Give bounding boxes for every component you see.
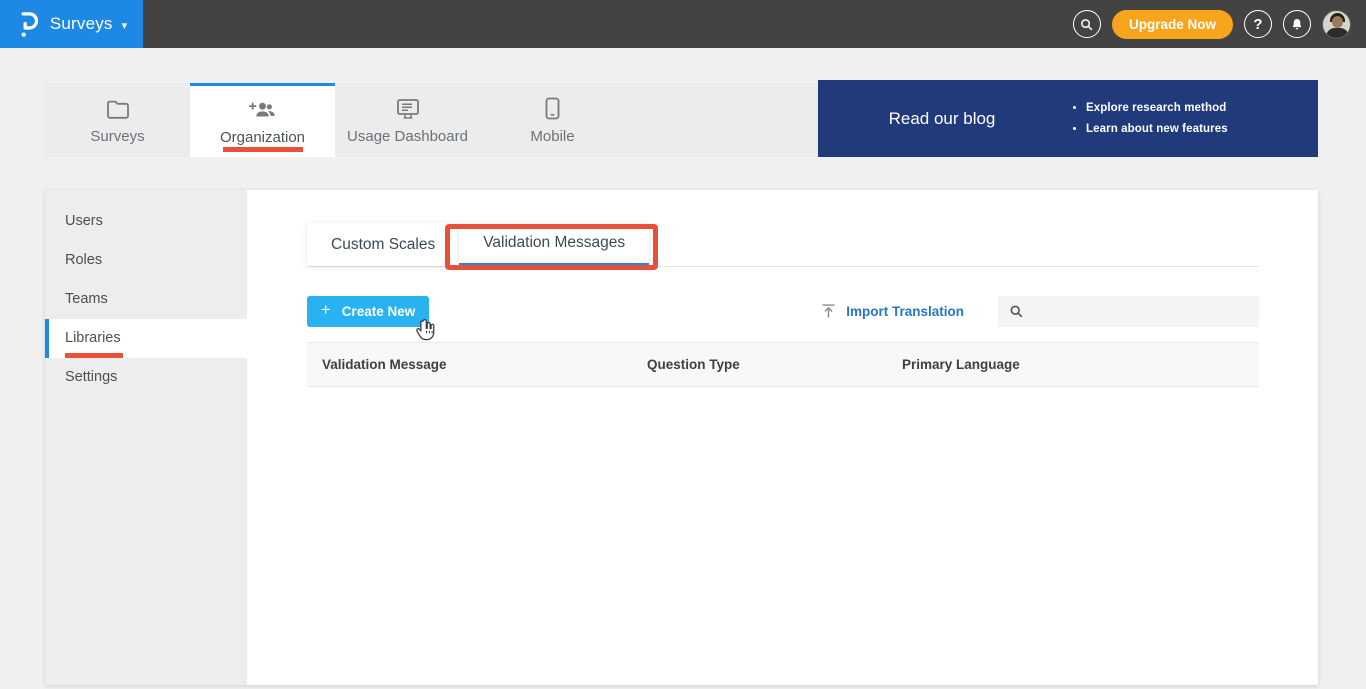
nav-tab-label: Organization <box>219 129 306 146</box>
add-people-icon <box>248 97 277 121</box>
import-translation-link[interactable]: Import Translation <box>820 302 964 320</box>
product-switcher[interactable]: Surveys ▾ <box>0 0 143 48</box>
sidebar-item-settings[interactable]: Settings <box>45 358 247 397</box>
nav-tab-label: Usage Dashboard <box>347 127 468 145</box>
sidebar-item-label: Libraries <box>65 330 121 346</box>
import-translation-label: Import Translation <box>846 303 964 319</box>
magnifier-icon <box>1009 304 1024 319</box>
dashboard-icon <box>396 96 420 120</box>
topbar: Surveys ▾ Upgrade Now ? <box>0 0 1366 48</box>
avatar-shoulders <box>1326 27 1349 38</box>
search-icon <box>1079 17 1094 32</box>
sidebar-item-libraries[interactable]: Libraries <box>45 319 247 358</box>
library-tabs: Custom Scales Validation Messages <box>307 223 1259 270</box>
create-new-label: Create New <box>341 303 416 319</box>
help-button[interactable]: ? <box>1244 10 1272 38</box>
questionpro-logo-icon <box>16 9 41 39</box>
plus-icon: + <box>320 300 331 319</box>
question-mark-icon: ? <box>1253 15 1263 33</box>
tab-label: Validation Messages <box>483 234 626 251</box>
user-avatar[interactable] <box>1322 9 1351 39</box>
sidebar-item-roles[interactable]: Roles <box>45 241 247 280</box>
create-new-button[interactable]: + Create New <box>307 295 429 327</box>
tab-custom-scales[interactable]: Custom Scales <box>307 223 460 266</box>
upload-icon <box>820 302 837 320</box>
column-validation-message: Validation Message <box>322 357 447 372</box>
chevron-down-icon: ▾ <box>121 19 128 32</box>
notifications-button[interactable] <box>1283 10 1311 38</box>
promo-bullet-list: Explore research method Learn about new … <box>1066 98 1228 140</box>
annotation-underline-organization <box>222 147 303 152</box>
sidebar-item-label: Teams <box>65 291 108 307</box>
upgrade-now-button[interactable]: Upgrade Now <box>1111 9 1233 39</box>
validation-table-header: Validation Message Question Type Primary… <box>307 342 1259 387</box>
sidebar-item-label: Settings <box>65 369 118 385</box>
sidebar-item-label: Users <box>65 213 103 229</box>
promo-bullet: Learn about new features <box>1086 119 1228 140</box>
nav-tab-mobile[interactable]: Mobile <box>480 83 625 157</box>
search-input[interactable] <box>1032 295 1259 327</box>
tab-label: Custom Scales <box>331 235 436 253</box>
toolbar: + Create New Import Translation <box>307 295 1259 327</box>
column-primary-language: Primary Language <box>902 357 1020 372</box>
tab-validation-messages[interactable]: Validation Messages <box>445 223 659 270</box>
global-search-button[interactable] <box>1072 10 1101 38</box>
primary-nav: Surveys Organization Usage Dashboard Mob… <box>45 83 818 157</box>
mobile-icon <box>545 96 560 120</box>
sidebar-item-label: Roles <box>65 252 103 268</box>
bell-icon <box>1290 17 1304 32</box>
nav-tab-surveys[interactable]: Surveys <box>45 83 190 157</box>
nav-tab-label: Mobile <box>530 127 575 145</box>
sidebar-item-teams[interactable]: Teams <box>45 280 247 319</box>
nav-tab-organization[interactable]: Organization <box>190 83 335 157</box>
nav-tab-label: Surveys <box>90 127 145 145</box>
blog-promo-banner[interactable]: Read our blog Explore research method Le… <box>818 80 1318 157</box>
column-question-type: Question Type <box>647 357 740 372</box>
avatar-face <box>1332 15 1343 28</box>
table-search[interactable] <box>998 295 1259 327</box>
promo-title: Read our blog <box>888 108 996 128</box>
topbar-actions: Upgrade Now ? <box>1072 9 1366 39</box>
nav-tab-usage-dashboard[interactable]: Usage Dashboard <box>335 83 480 157</box>
sidebar-item-users[interactable]: Users <box>45 202 247 241</box>
settings-sidebar: Users Roles Teams Libraries Settings <box>45 190 247 685</box>
promo-bullet: Explore research method <box>1086 98 1228 119</box>
annotation-underline-libraries <box>65 353 123 358</box>
folder-icon <box>106 96 130 120</box>
libraries-content: Custom Scales Validation Messages + Crea… <box>247 190 1318 685</box>
main-card: Users Roles Teams Libraries Settings Cus… <box>45 190 1318 685</box>
toolbar-right: Import Translation <box>820 295 1259 327</box>
product-name: Surveys <box>49 14 113 33</box>
